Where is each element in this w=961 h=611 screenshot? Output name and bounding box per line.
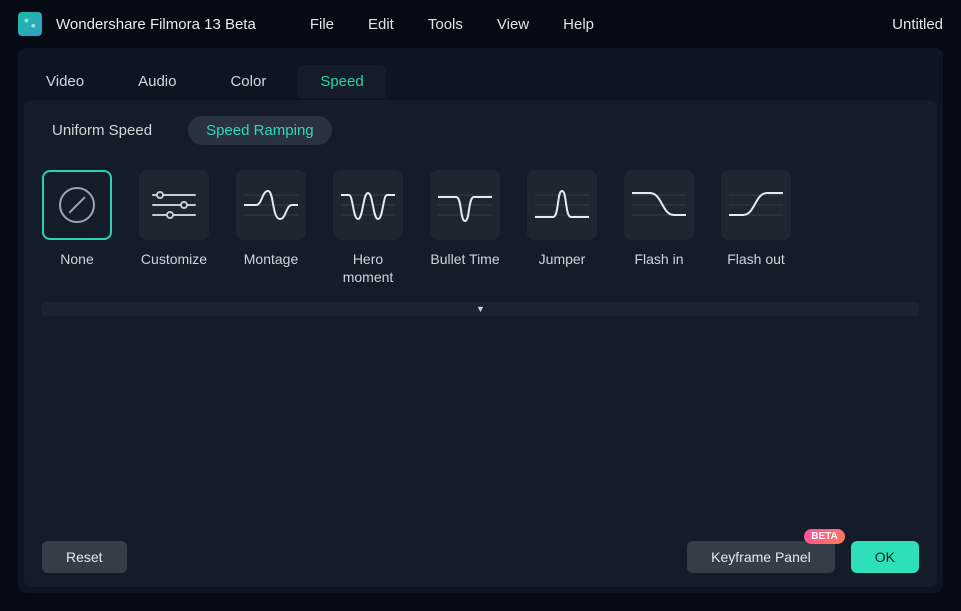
tab-video[interactable]: Video bbox=[24, 65, 106, 98]
preset-label: None bbox=[60, 250, 93, 268]
preset-none-tile bbox=[42, 170, 112, 240]
ramping-presets: None Customize bbox=[42, 170, 919, 286]
preset-label: Montage bbox=[244, 250, 298, 268]
menu-tools[interactable]: Tools bbox=[428, 16, 463, 33]
reset-button[interactable]: Reset bbox=[42, 541, 127, 573]
speed-mode-tabs: Uniform Speed Speed Ramping bbox=[42, 112, 919, 148]
beta-badge: BETA bbox=[804, 529, 844, 544]
preset-flashout-tile bbox=[721, 170, 791, 240]
mode-uniform-speed[interactable]: Uniform Speed bbox=[42, 116, 170, 145]
app-logo-icon bbox=[18, 12, 42, 36]
preset-montage-tile bbox=[236, 170, 306, 240]
menu-file[interactable]: File bbox=[310, 16, 334, 33]
preset-customize-tile bbox=[139, 170, 209, 240]
preset-label: Jumper bbox=[539, 250, 586, 268]
mode-speed-ramping[interactable]: Speed Ramping bbox=[188, 116, 332, 145]
jumper-curve-icon bbox=[535, 185, 589, 225]
preset-label: Customize bbox=[141, 250, 207, 268]
property-tabs: Video Audio Color Speed bbox=[18, 54, 943, 100]
footer-bar: Reset Keyframe Panel BETA OK bbox=[42, 541, 919, 573]
keyframe-panel-wrap: Keyframe Panel BETA bbox=[687, 541, 835, 573]
preset-hero-moment[interactable]: Hero moment bbox=[333, 170, 403, 286]
speed-panel: Video Audio Color Speed Uniform Speed Sp… bbox=[18, 48, 943, 593]
preset-bullet-time[interactable]: Bullet Time bbox=[430, 170, 500, 286]
preset-flash-out[interactable]: Flash out bbox=[721, 170, 791, 286]
speed-tab-content: Uniform Speed Speed Ramping None Cus bbox=[24, 100, 937, 587]
preset-flashin-tile bbox=[624, 170, 694, 240]
flashin-curve-icon bbox=[632, 185, 686, 225]
expand-strip[interactable]: ▼ bbox=[42, 302, 919, 316]
tab-speed[interactable]: Speed bbox=[298, 65, 385, 98]
preset-jumper-tile bbox=[527, 170, 597, 240]
tab-audio[interactable]: Audio bbox=[116, 65, 198, 98]
chevron-down-icon: ▼ bbox=[476, 304, 485, 314]
preset-label: Bullet Time bbox=[430, 250, 499, 268]
preset-label: Flash out bbox=[727, 250, 785, 268]
keyframe-panel-button[interactable]: Keyframe Panel bbox=[687, 541, 835, 573]
none-icon bbox=[59, 187, 95, 223]
bullet-curve-icon bbox=[438, 185, 492, 225]
hero-curve-icon bbox=[341, 185, 395, 225]
titlebar: Wondershare Filmora 13 Beta File Edit To… bbox=[0, 0, 961, 48]
menu-view[interactable]: View bbox=[497, 16, 529, 33]
preset-flash-in[interactable]: Flash in bbox=[624, 170, 694, 286]
project-name: Untitled bbox=[892, 16, 943, 33]
montage-curve-icon bbox=[244, 185, 298, 225]
preset-bullet-tile bbox=[430, 170, 500, 240]
preset-montage[interactable]: Montage bbox=[236, 170, 306, 286]
menubar: File Edit Tools View Help bbox=[310, 16, 594, 33]
preset-label: Hero moment bbox=[333, 250, 403, 286]
tab-color[interactable]: Color bbox=[208, 65, 288, 98]
menu-help[interactable]: Help bbox=[563, 16, 594, 33]
menu-edit[interactable]: Edit bbox=[368, 16, 394, 33]
flashout-curve-icon bbox=[729, 185, 783, 225]
preset-label: Flash in bbox=[634, 250, 683, 268]
preset-customize[interactable]: Customize bbox=[139, 170, 209, 286]
preset-jumper[interactable]: Jumper bbox=[527, 170, 597, 286]
sliders-icon bbox=[152, 194, 196, 216]
ok-button[interactable]: OK bbox=[851, 541, 919, 573]
app-title: Wondershare Filmora 13 Beta bbox=[56, 16, 256, 33]
preset-none[interactable]: None bbox=[42, 170, 112, 286]
preset-hero-tile bbox=[333, 170, 403, 240]
